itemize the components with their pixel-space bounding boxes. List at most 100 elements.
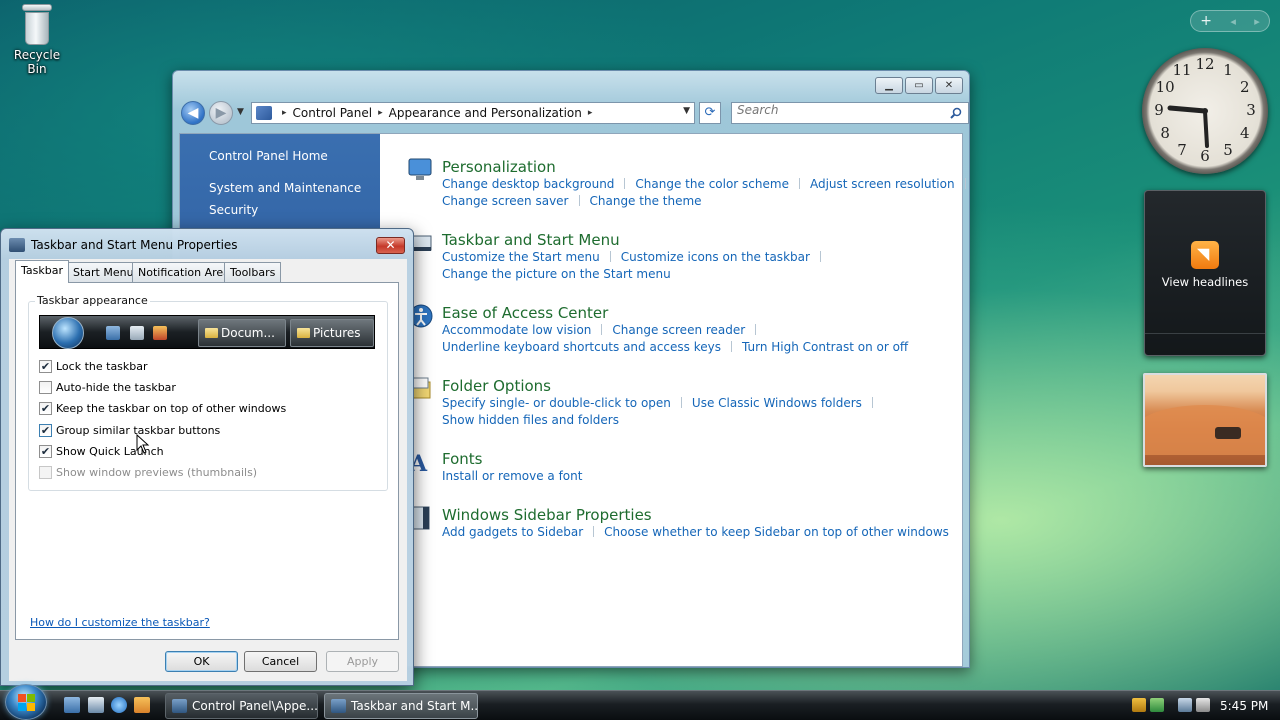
checkbox-lock-taskbar[interactable]: ✔ Lock the taskbar	[39, 358, 148, 374]
link-change-color-scheme[interactable]: Change the color scheme	[635, 176, 789, 193]
link-show-hidden-files[interactable]: Show hidden files and folders	[442, 412, 619, 429]
refresh-button[interactable]: ⟳	[699, 102, 721, 124]
category-title[interactable]: Ease of Access Center	[442, 304, 908, 322]
category-title[interactable]: Fonts	[442, 450, 582, 468]
link-change-screen-saver[interactable]: Change screen saver	[442, 193, 569, 210]
taskbar-clock[interactable]: 5:45 PM	[1220, 699, 1268, 713]
help-link[interactable]: How do I customize the taskbar?	[30, 616, 210, 629]
category-ease-of-access: Ease of Access Center Accommodate low vi…	[442, 304, 908, 356]
rss-icon	[1191, 241, 1219, 269]
arrow-left-icon[interactable]: ◂	[1230, 15, 1236, 28]
maximize-button[interactable]: ▭	[905, 77, 933, 94]
category-personalization: Personalization Change desktop backgroun…	[442, 158, 976, 210]
category-title[interactable]: Windows Sidebar Properties	[442, 506, 949, 524]
slideshow-gadget[interactable]	[1143, 373, 1267, 467]
link-accommodate-low-vision[interactable]: Accommodate low vision	[442, 322, 591, 339]
dialog-title: Taskbar and Start Menu Properties	[31, 238, 238, 252]
checkbox-icon[interactable]: ✔	[39, 444, 52, 458]
address-bar[interactable]: ▸ Control Panel ▸ Appearance and Persona…	[251, 102, 695, 124]
category-fonts: Fonts Install or remove a font	[442, 450, 582, 485]
breadcrumb-appearance[interactable]: Appearance and Personalization	[389, 106, 582, 120]
cancel-button[interactable]: Cancel	[244, 651, 317, 672]
network-icon[interactable]	[1178, 698, 1192, 712]
media-player-icon[interactable]	[134, 697, 150, 713]
show-desktop-icon[interactable]	[64, 697, 80, 713]
windows-flag-icon	[18, 694, 35, 711]
link-change-start-picture[interactable]: Change the picture on the Start menu	[442, 266, 671, 283]
tab-start-menu[interactable]: Start Menu	[67, 262, 140, 282]
tab-page-taskbar: Taskbar appearance Docum... Pictures ✔ Lo…	[15, 282, 399, 640]
search-icon[interactable]	[950, 107, 962, 119]
link-add-gadgets[interactable]: Add gadgets to Sidebar	[442, 524, 583, 541]
switch-windows-icon[interactable]	[88, 697, 104, 713]
volume-muted-icon[interactable]	[1196, 698, 1210, 712]
nav-control-panel-home[interactable]: Control Panel Home	[209, 149, 328, 163]
taskbar-properties-icon	[9, 238, 25, 252]
search-input[interactable]: Search	[731, 102, 969, 124]
link-sidebar-on-top[interactable]: Choose whether to keep Sidebar on top of…	[604, 524, 949, 541]
checkbox-auto-hide[interactable]: Auto-hide the taskbar	[39, 379, 176, 395]
link-change-desktop-background[interactable]: Change desktop background	[442, 176, 614, 193]
link-single-double-click[interactable]: Specify single- or double-click to open	[442, 395, 671, 412]
recycle-bin-label: Recycle Bin	[13, 48, 61, 76]
back-button[interactable]: ◀	[181, 101, 205, 125]
taskbar-button-taskbar-properties[interactable]: Taskbar and Start M...	[324, 693, 478, 719]
feed-headlines-gadget[interactable]: View headlines	[1144, 190, 1266, 356]
nav-system-and-maintenance[interactable]: System and Maintenance	[209, 181, 361, 195]
tab-notification-area[interactable]: Notification Area	[132, 262, 236, 282]
checkbox-icon[interactable]: ✔	[39, 401, 52, 415]
checkbox-icon[interactable]: ✔	[39, 423, 52, 437]
checkbox-icon[interactable]: ✔	[39, 359, 52, 373]
link-change-screen-reader[interactable]: Change screen reader	[612, 322, 745, 339]
start-orb-preview-icon	[52, 317, 84, 349]
recycle-bin-icon[interactable]: Recycle Bin	[4, 4, 70, 76]
tab-taskbar[interactable]: Taskbar	[15, 260, 69, 283]
media-icon	[153, 326, 167, 340]
oryx-image	[1215, 427, 1241, 439]
category-taskbar-start-menu: Taskbar and Start Menu Customize the Sta…	[442, 231, 831, 283]
sidebar-tray-icon[interactable]	[1150, 698, 1164, 712]
mouse-cursor-icon	[136, 434, 150, 454]
link-underline-shortcuts[interactable]: Underline keyboard shortcuts and access …	[442, 339, 721, 356]
minimize-button[interactable]: ▁	[875, 77, 903, 94]
checkbox-keep-on-top[interactable]: ✔ Keep the taskbar on top of other window…	[39, 400, 286, 416]
taskbar-button-control-panel[interactable]: Control Panel\Appe...	[165, 693, 318, 719]
checkbox-icon	[39, 465, 52, 479]
checkbox-icon[interactable]	[39, 380, 52, 394]
category-windows-sidebar: Windows Sidebar Properties Add gadgets t…	[442, 506, 949, 541]
link-high-contrast[interactable]: Turn High Contrast on or off	[742, 339, 908, 356]
checkbox-group-similar[interactable]: ✔ Group similar taskbar buttons	[39, 422, 220, 438]
control-panel-icon	[172, 699, 187, 713]
personalization-icon	[406, 155, 436, 185]
feed-label[interactable]: View headlines	[1145, 275, 1265, 289]
plus-icon[interactable]: +	[1200, 13, 1212, 29]
address-dropdown-icon[interactable]: ▼	[683, 106, 690, 116]
forward-button[interactable]: ▶	[209, 101, 233, 125]
trash-can-icon	[20, 4, 54, 46]
link-change-theme[interactable]: Change the theme	[590, 193, 702, 210]
category-title[interactable]: Taskbar and Start Menu	[442, 231, 831, 249]
preview-button-documents: Docum...	[198, 319, 286, 347]
start-button[interactable]	[5, 684, 47, 720]
close-button[interactable]: ✕	[376, 237, 405, 254]
category-folder-options: Folder Options Specify single- or double…	[442, 377, 883, 429]
breadcrumb-control-panel[interactable]: Control Panel	[293, 106, 373, 120]
tab-toolbars[interactable]: Toolbars	[224, 262, 282, 282]
category-title[interactable]: Personalization	[442, 158, 976, 176]
link-customize-taskbar-icons[interactable]: Customize icons on the taskbar	[621, 249, 810, 266]
link-adjust-screen-resolution[interactable]: Adjust screen resolution	[810, 176, 955, 193]
close-button[interactable]: ✕	[935, 77, 963, 94]
nav-security[interactable]: Security	[209, 203, 258, 217]
link-install-remove-font[interactable]: Install or remove a font	[442, 468, 582, 485]
link-classic-folders[interactable]: Use Classic Windows folders	[692, 395, 862, 412]
link-customize-start-menu[interactable]: Customize the Start menu	[442, 249, 600, 266]
checkbox-window-previews: Show window previews (thumbnails)	[39, 464, 257, 480]
security-shield-icon[interactable]	[1132, 698, 1146, 712]
internet-explorer-icon[interactable]	[111, 697, 127, 713]
control-panel-icon	[256, 106, 272, 120]
category-title[interactable]: Folder Options	[442, 377, 883, 395]
recent-pages-dropdown-icon[interactable]: ▼	[237, 107, 244, 117]
ok-button[interactable]: OK	[165, 651, 238, 672]
clock-gadget[interactable]: 12 1 2 3 4 5 6 7 8 9 10 11	[1142, 48, 1268, 174]
arrow-right-icon[interactable]: ▸	[1254, 15, 1260, 28]
